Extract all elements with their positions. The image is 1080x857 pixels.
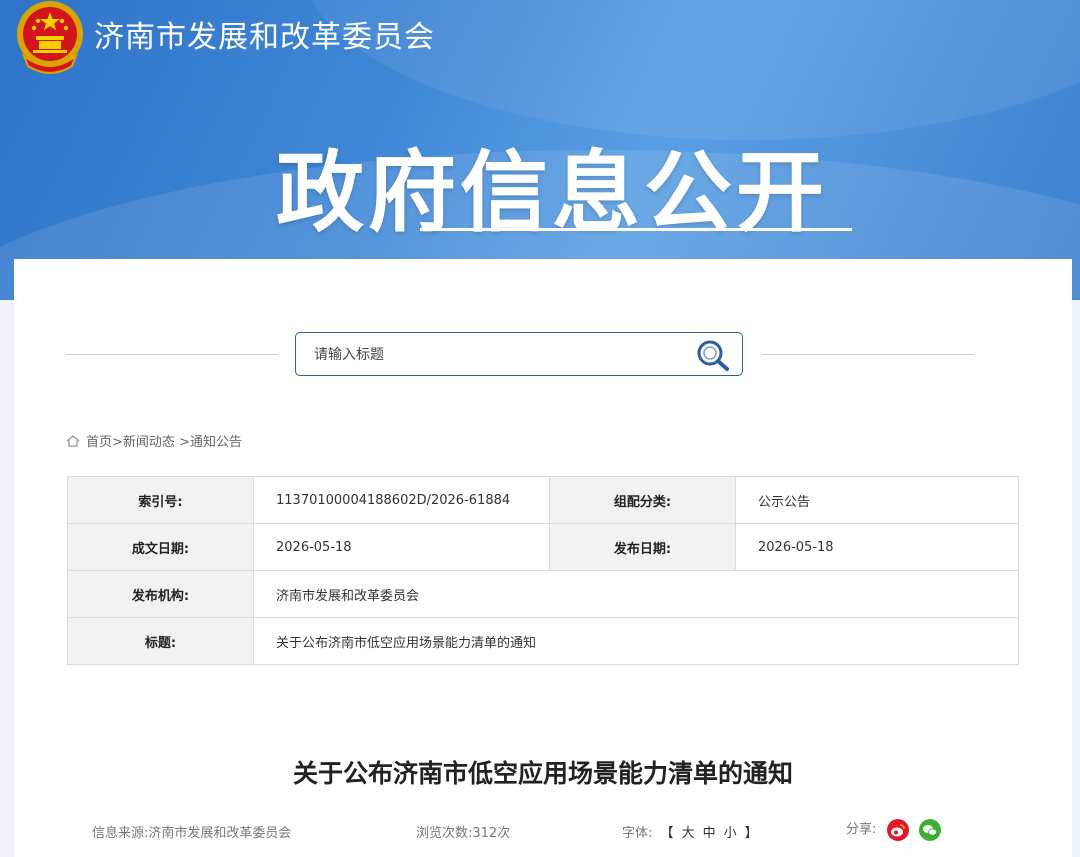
breadcrumb-notices[interactable]: >通知公告 [179,435,242,450]
divider-line [762,354,974,355]
table-row: 成文日期: 2026-05-18 发布日期: 2026-05-18 [67,523,1019,571]
font-size-meta: 字体: 【大中小】 [622,822,762,841]
weibo-share-icon[interactable] [886,818,909,841]
header-banner: 济南市发展和改革委员会 政府信息公开 [0,0,1080,300]
font-large-button[interactable]: 大 [682,826,695,841]
org-title: 济南市发展和改革委员会 [94,20,435,55]
source-value: 济南市发展和改革委员会 [148,826,292,841]
table-row: 索引号: 11370100004188602D/2026-61884 组配分类:… [67,476,1019,524]
breadcrumb: 首页>新闻动态 >通知公告 [66,431,242,450]
article-title: 关于公布济南市低空应用场景能力清单的通知 [292,759,793,788]
views-meta: 浏览次数:312次 [416,822,510,841]
title-value: 关于公布济南市低空应用场景能力清单的通知 [253,617,1019,665]
font-bracket-open: 【 [660,826,674,841]
font-medium-button[interactable]: 中 [703,826,716,841]
content-panel: 首页>新闻动态 >通知公告 索引号: 11370100004188602D/20… [14,259,1072,857]
published-date-label: 发布日期: [549,523,736,571]
breadcrumb-home[interactable]: 首页 [86,435,112,450]
hero-underline [420,228,852,231]
category-label: 组配分类: [549,476,736,524]
table-row: 发布机构: 济南市发展和改革委员会 [67,570,1019,618]
national-emblem-icon [17,1,83,74]
home-icon [66,435,80,447]
share-label: 分享: [846,822,877,837]
font-small-button[interactable]: 小 [724,826,737,841]
table-row: 标题: 关于公布济南市低空应用场景能力清单的通知 [67,617,1019,665]
agency-label: 发布机构: [67,570,254,618]
divider-line [66,354,278,355]
breadcrumb-news[interactable]: >新闻动态 [112,435,175,450]
written-date-value: 2026-05-18 [253,523,550,571]
search-box[interactable] [295,332,743,376]
font-label: 字体: [622,826,653,841]
published-date-value: 2026-05-18 [735,523,1019,571]
views-value: 312次 [472,826,511,841]
agency-value: 济南市发展和改革委员会 [253,570,1019,618]
info-table: 索引号: 11370100004188602D/2026-61884 组配分类:… [67,476,1019,665]
source-label: 信息来源: [92,826,149,841]
font-bracket-close: 】 [744,826,758,841]
search-icon[interactable] [694,338,732,372]
written-date-label: 成文日期: [67,523,254,571]
title-label: 标题: [67,617,254,665]
views-label: 浏览次数: [416,826,473,841]
category-value: 公示公告 [735,476,1019,524]
wechat-share-icon[interactable] [918,818,941,841]
index-label: 索引号: [67,476,254,524]
search-input[interactable] [312,343,676,367]
index-value: 11370100004188602D/2026-61884 [253,476,550,524]
share-meta: 分享: [846,818,941,841]
source-meta: 信息来源:济南市发展和改革委员会 [92,822,291,841]
